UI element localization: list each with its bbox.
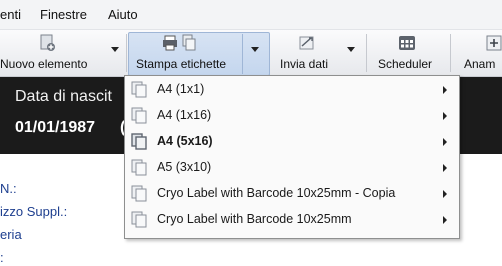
- send-data-icon: [298, 34, 316, 55]
- label-sheet-icon: [130, 81, 150, 102]
- birthdate-value: 01/01/1987: [15, 119, 96, 136]
- submenu-arrow-icon: [443, 216, 447, 224]
- chevron-down-icon[interactable]: [347, 47, 355, 52]
- menu-item-a4-5x16[interactable]: A4 (5x16): [126, 129, 458, 155]
- send-data-button[interactable]: Invia dati: [270, 30, 366, 76]
- calendar-icon: [398, 34, 416, 55]
- menu-item-cryo-label-copy[interactable]: Cryo Label with Barcode 10x25mm - Copia: [126, 181, 458, 207]
- send-data-label: Invia dati: [280, 57, 329, 71]
- menu-item-finestre[interactable]: Finestre: [40, 7, 87, 22]
- form-label-indirizzo: izzo Suppl.:: [0, 204, 68, 219]
- submenu-arrow-icon: [443, 112, 447, 120]
- menu-item-cryo-label[interactable]: Cryo Label with Barcode 10x25mm: [126, 207, 458, 233]
- new-element-label: Nuovo elemento: [0, 57, 88, 71]
- menu-item-aiuto[interactable]: Aiuto: [108, 7, 138, 22]
- toolbar-separator: [450, 34, 451, 72]
- toolbar-separator: [366, 34, 367, 72]
- label-sheet-icon: [130, 159, 150, 180]
- menu-item-strumenti[interactable]: enti: [0, 7, 21, 22]
- submenu-arrow-icon: [443, 164, 447, 172]
- label-sheet-icon: [130, 133, 150, 154]
- menu-item-a5-3x10[interactable]: A5 (3x10): [126, 155, 458, 181]
- form-label-n: N.:: [0, 181, 17, 196]
- menu-item-a4-1x1[interactable]: A4 (1x1): [126, 77, 458, 103]
- anagrafica-label: Anam: [464, 57, 496, 71]
- label-sheet-icon: [130, 211, 150, 232]
- menu-item-a4-1x16[interactable]: A4 (1x16): [126, 103, 458, 129]
- add-record-icon: [486, 34, 502, 55]
- print-labels-content[interactable]: Stampa etichette: [128, 30, 268, 76]
- scheduler-label: Scheduler: [378, 57, 433, 71]
- form-label-materia: eria: [0, 227, 22, 242]
- toolbar-separator: [126, 34, 127, 72]
- submenu-arrow-icon: [443, 138, 447, 146]
- print-labels-menu: A4 (1x1) A4 (1x16) A4 (5x16) A5 (3x10) C…: [124, 75, 460, 239]
- label-sheet-icon: [130, 185, 150, 206]
- submenu-arrow-icon: [443, 86, 447, 94]
- new-element-icon: [38, 34, 56, 55]
- chevron-down-icon[interactable]: [111, 47, 119, 52]
- printer-icon: [163, 34, 197, 55]
- scheduler-button[interactable]: Scheduler: [368, 30, 448, 76]
- chevron-down-icon[interactable]: [251, 47, 259, 52]
- print-labels-label: Stampa etichette: [136, 57, 227, 71]
- toolbar: Nuovo elemento Stampa etichette Invia da…: [0, 30, 502, 77]
- new-element-button[interactable]: Nuovo elemento: [0, 30, 126, 76]
- anagrafica-button[interactable]: Anam: [452, 30, 502, 76]
- menu-bar: enti Finestre Aiuto: [0, 0, 502, 30]
- birthdate-label: Data di nascit: [15, 88, 112, 105]
- label-sheet-icon: [130, 107, 150, 128]
- form-label-extra: :: [0, 250, 4, 265]
- submenu-arrow-icon: [443, 190, 447, 198]
